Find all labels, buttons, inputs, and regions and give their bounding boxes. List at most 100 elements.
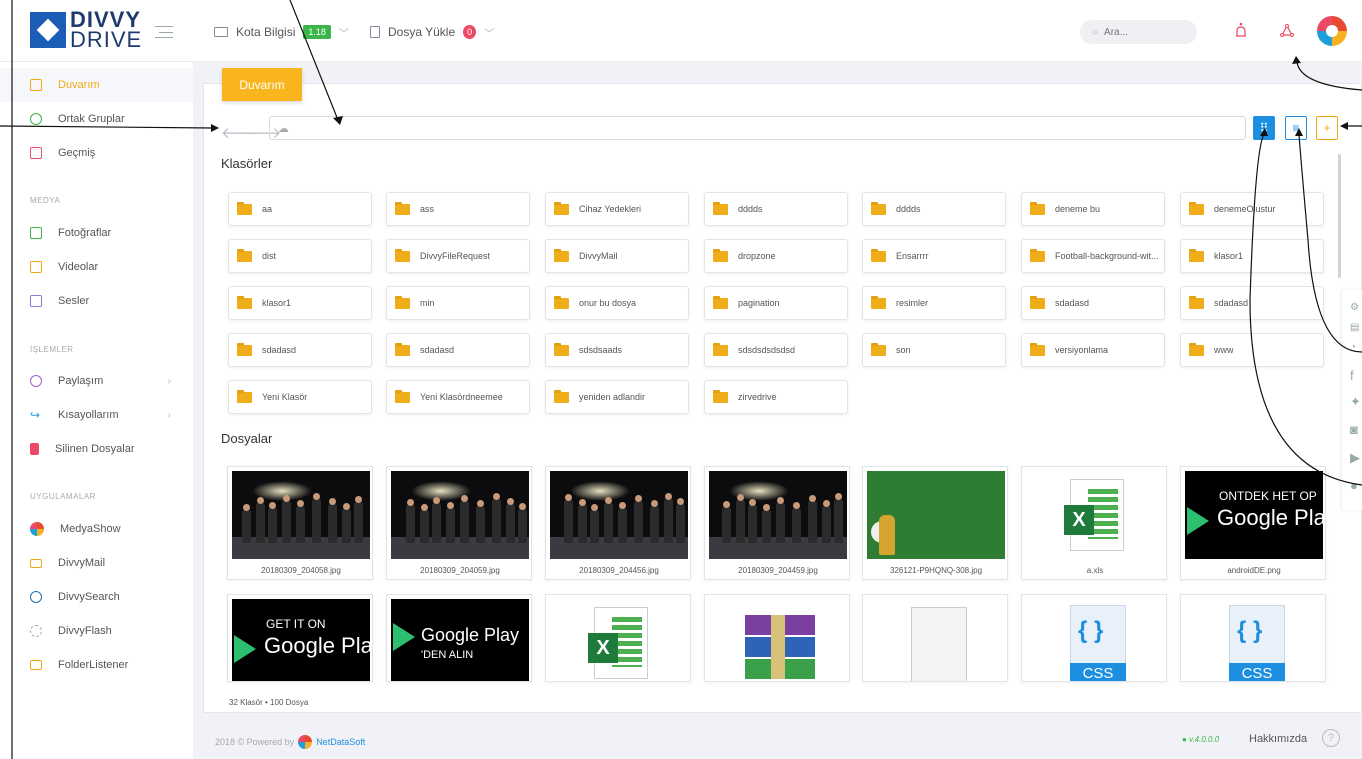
apple-icon[interactable]: ● xyxy=(1350,478,1358,493)
folder-item[interactable]: dist xyxy=(228,239,372,273)
sidebar-item-fotograflar[interactable]: Fotoğraflar xyxy=(0,216,193,250)
folder-item[interactable]: aa xyxy=(228,192,372,226)
folder-item[interactable]: son xyxy=(862,333,1006,367)
folder-item[interactable]: Cihaz Yedekleri xyxy=(545,192,689,226)
file-thumbnail xyxy=(867,599,1005,681)
sidebar-item-gecmis[interactable]: Geçmiş xyxy=(0,136,193,170)
path-bar[interactable]: ☁ xyxy=(269,116,1246,140)
folder-item[interactable]: yeniden adlandir xyxy=(545,380,689,414)
folder-item[interactable]: klasor1 xyxy=(228,286,372,320)
sidebar-item-medyashow[interactable]: MedyaShow xyxy=(0,512,193,546)
folder-item[interactable]: min xyxy=(386,286,530,320)
folder-item[interactable]: sdadasd xyxy=(1180,286,1324,320)
folder-item[interactable]: sdadasd xyxy=(1021,286,1165,320)
add-button[interactable]: + xyxy=(1316,116,1338,140)
version-label: ● v.4.0.0.0 xyxy=(1182,735,1220,744)
folder-item[interactable]: sdsdsdsdsdsd xyxy=(704,333,848,367)
info-icon[interactable]: ◔ xyxy=(1350,342,1356,353)
notification-bell-icon[interactable] xyxy=(1234,22,1248,40)
folder-item[interactable]: Yeni Klasör xyxy=(228,380,372,414)
sidebar-item-ortak-gruplar[interactable]: Ortak Gruplar xyxy=(0,102,193,136)
folder-item[interactable]: deneme bu xyxy=(1021,192,1165,226)
sidebar-item-kisayollarim[interactable]: ↪ Kısayollarım › xyxy=(0,398,193,432)
calendar-icon[interactable]: ▤ xyxy=(1350,322,1359,333)
sidebar-item-divvymail[interactable]: DivvyMail xyxy=(0,546,193,580)
file-item[interactable]: X xyxy=(545,594,691,682)
folder-item[interactable]: ass xyxy=(386,192,530,226)
menu-toggle-icon[interactable] xyxy=(155,26,173,38)
folder-item[interactable]: resimler xyxy=(862,286,1006,320)
medyashow-avatar[interactable] xyxy=(1317,16,1347,46)
settings-icon[interactable]: ⚙ xyxy=(1350,302,1359,313)
folder-item[interactable]: Ensarrrr xyxy=(862,239,1006,273)
file-item[interactable]: Google Play 'DEN ALIN xyxy=(386,594,532,682)
file-item[interactable]: GET IT ON Google Pla xyxy=(227,594,373,682)
folder-item[interactable]: dddds xyxy=(704,192,848,226)
share-notification-icon[interactable] xyxy=(1280,22,1294,40)
file-item[interactable]: 20180309_204456.jpg xyxy=(545,466,691,580)
file-item[interactable] xyxy=(862,594,1008,682)
grid-view-button[interactable]: ⠿ xyxy=(1253,116,1275,140)
folder-item[interactable]: zirvedrive xyxy=(704,380,848,414)
folder-item[interactable]: denemeOlustur xyxy=(1180,192,1324,226)
sidebar-item-sesler[interactable]: Sesler xyxy=(0,284,193,318)
file-item[interactable]: 20180309_204058.jpg xyxy=(227,466,373,580)
folder-item[interactable]: sdadasd xyxy=(386,333,530,367)
folder-item[interactable]: sdsdsaads xyxy=(545,333,689,367)
file-item[interactable] xyxy=(704,594,850,682)
trash-icon xyxy=(30,443,39,455)
folder-item[interactable]: DivvyMail xyxy=(545,239,689,273)
sidebar-item-videolar[interactable]: Videolar xyxy=(0,250,193,284)
plus-icon: + xyxy=(1323,121,1331,135)
folder-item[interactable]: onur bu dosya xyxy=(545,286,689,320)
file-thumbnail xyxy=(709,471,847,559)
file-item[interactable]: ONTDEK HET OP Google Pla androidDE.png xyxy=(1180,466,1326,580)
folder-item[interactable]: dddds xyxy=(862,192,1006,226)
folder-item[interactable]: Football-background-wit... xyxy=(1021,239,1165,273)
file-item[interactable]: { } CSS xyxy=(1021,594,1167,682)
sidebar-item-divvysearch[interactable]: DivvySearch xyxy=(0,580,193,614)
company-link[interactable]: NetDataSoft xyxy=(316,737,365,747)
file-thumbnail xyxy=(232,471,370,559)
file-item[interactable]: Xa.xls xyxy=(1021,466,1167,580)
list-icon: ≡ xyxy=(1292,121,1300,135)
file-item[interactable]: 20180309_204459.jpg xyxy=(704,466,850,580)
folder-item[interactable]: sdadasd xyxy=(228,333,372,367)
social-share-bar: ⚙ ▤ ◔ f ✦ ◙ ▶ ● xyxy=(1342,290,1362,510)
folder-icon xyxy=(871,201,886,215)
facebook-icon[interactable]: f xyxy=(1350,368,1354,383)
sidebar-item-silinen-dosyalar[interactable]: Silinen Dosyalar xyxy=(0,432,193,466)
quota-info-button[interactable]: Kota Bilgisi 1.18 ﹀ xyxy=(214,22,349,42)
about-link[interactable]: Hakkımızda xyxy=(1249,733,1307,745)
vertical-scrollbar[interactable] xyxy=(1338,154,1341,278)
folder-item[interactable]: versiyonlama xyxy=(1021,333,1165,367)
help-icon[interactable]: ? xyxy=(1322,729,1340,747)
twitter-icon[interactable]: ✦ xyxy=(1350,394,1361,410)
netdatasoft-logo-icon xyxy=(298,735,313,749)
folder-name: dropzone xyxy=(738,251,776,261)
section-head-media: MEDYA xyxy=(30,196,61,205)
folder-item[interactable]: dropzone xyxy=(704,239,848,273)
folder-item[interactable]: DivvyFileRequest xyxy=(386,239,530,273)
folder-item[interactable]: klasor1 xyxy=(1180,239,1324,273)
file-item[interactable]: 326121-P9HQNQ-308.jpg xyxy=(862,466,1008,580)
folder-item[interactable]: pagination xyxy=(704,286,848,320)
youtube-icon[interactable]: ▶ xyxy=(1350,450,1360,466)
file-item[interactable]: 20180309_204059.jpg xyxy=(386,466,532,580)
files-heading: Dosyalar xyxy=(221,431,273,446)
list-view-button[interactable]: ≡ xyxy=(1285,116,1307,140)
folder-name: sdadasd xyxy=(420,345,455,355)
sidebar-item-paylasim[interactable]: Paylaşım › xyxy=(0,364,193,398)
divvy-drive-logo[interactable]: DIVVY DRIVE xyxy=(30,9,141,52)
sidebar-item-duvarim[interactable]: Duvarım xyxy=(0,68,193,102)
folder-item[interactable]: www xyxy=(1180,333,1324,367)
instagram-icon[interactable]: ◙ xyxy=(1350,422,1358,437)
sidebar-item-divvyflash[interactable]: DivvyFlash xyxy=(0,614,193,648)
file-item[interactable]: { } CSS xyxy=(1180,594,1326,682)
search-input[interactable] xyxy=(1104,26,1175,38)
upload-file-button[interactable]: Dosya Yükle 0 ﹀ xyxy=(370,22,494,42)
folder-icon xyxy=(1030,295,1045,309)
search-box[interactable]: ○ xyxy=(1080,20,1197,44)
sidebar-item-folderlistener[interactable]: FolderListener xyxy=(0,648,193,682)
folder-item[interactable]: Yeni Klasördneemee xyxy=(386,380,530,414)
